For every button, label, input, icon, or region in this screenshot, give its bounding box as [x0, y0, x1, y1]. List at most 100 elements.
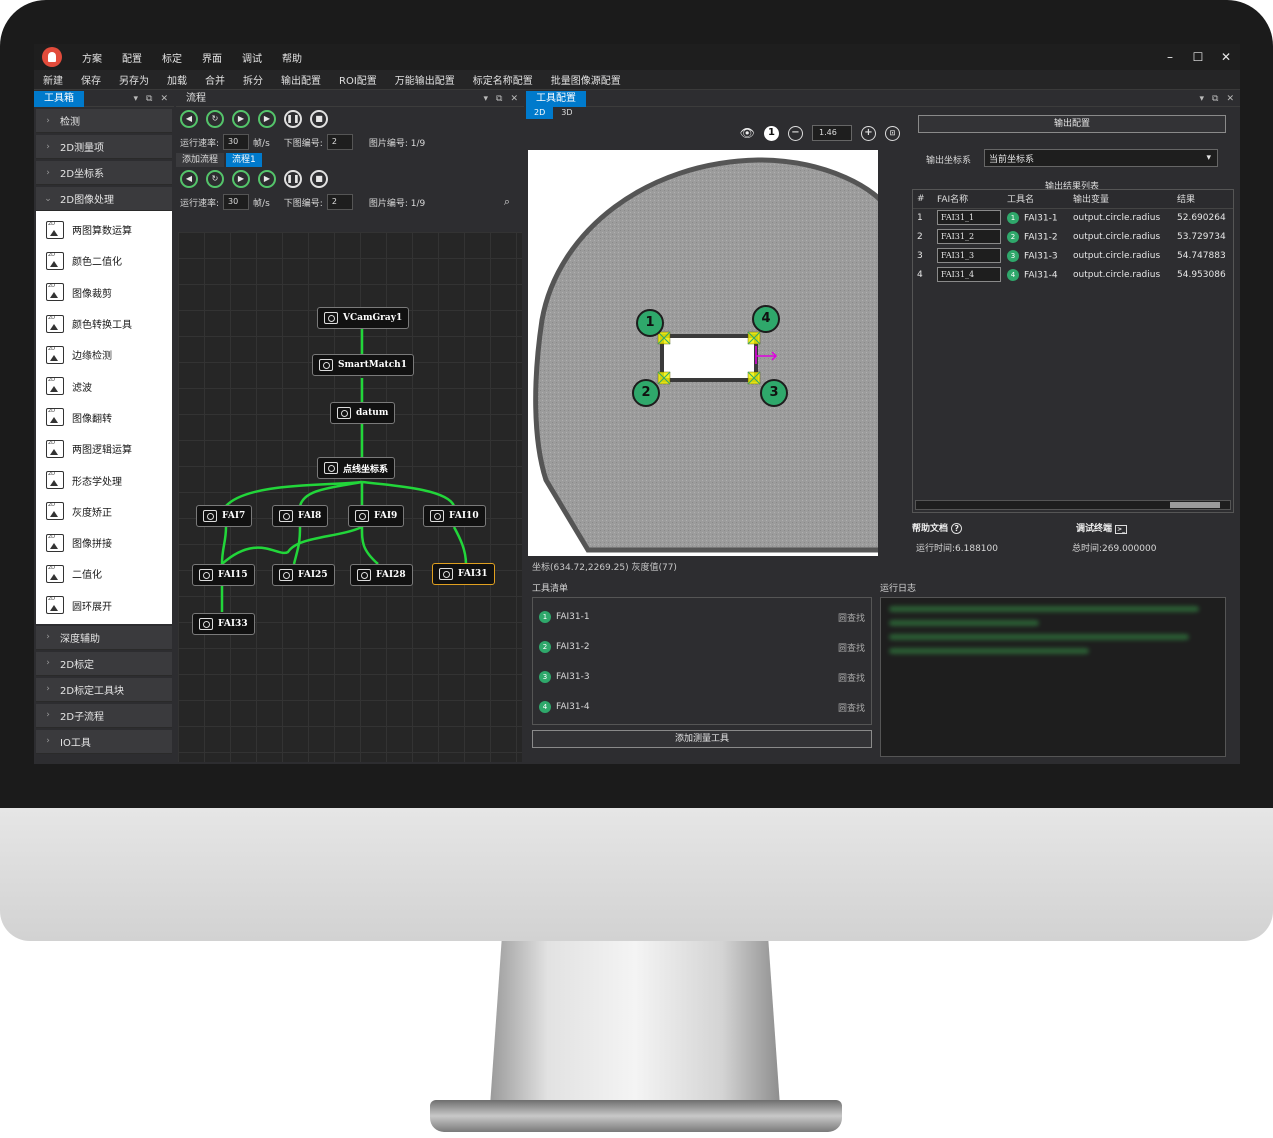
category-2d-calib-block[interactable]: › 2D标定工具块	[36, 677, 172, 702]
category-2d-coord[interactable]: › 2D坐标系	[36, 161, 172, 185]
marker-1[interactable]: 1	[636, 309, 664, 337]
marker-2[interactable]: 2	[632, 379, 660, 407]
fai-name-input[interactable]: FAI31_4	[937, 267, 1001, 282]
menu-calibration[interactable]: 标定	[152, 50, 192, 65]
zoom-in-icon[interactable]: +	[861, 125, 876, 141]
table-row[interactable]: 3 FAI31_3 3 FAI31-3 output.circle.radius …	[913, 246, 1233, 265]
flow-node-datum[interactable]: datum	[330, 402, 396, 424]
next-image-input[interactable]: 2	[326, 134, 353, 150]
toolbar-save[interactable]: 保存	[72, 72, 110, 87]
toolbar-merge[interactable]: 合并	[196, 72, 234, 87]
fai-name-input[interactable]: FAI31_1	[937, 210, 1001, 226]
zoom-search-icon[interactable]: ⌕	[504, 195, 510, 209]
play-icon[interactable]: ▶	[232, 170, 250, 188]
category-depth-assist[interactable]: › 深度辅助	[36, 625, 172, 650]
zoom-fit-icon[interactable]: ⊡	[885, 125, 900, 141]
tool-item[interactable]: 形态学处理	[36, 464, 172, 495]
tool-item[interactable]: 边缘检测	[36, 339, 172, 370]
close-icon[interactable]: ✕	[510, 94, 518, 104]
fai-name-input[interactable]: FAI31_3	[937, 248, 1001, 263]
tool-item[interactable]: 图像裁剪	[36, 277, 172, 308]
toolbar-universal-output[interactable]: 万能输出配置	[386, 72, 464, 87]
category-2d-subflow[interactable]: › 2D子流程	[36, 703, 172, 728]
minimize-button[interactable]: –	[1156, 50, 1184, 64]
toolbar-save-as[interactable]: 另存为	[110, 72, 158, 87]
toolbar-load[interactable]: 加载	[158, 72, 196, 87]
flow-node-vcam[interactable]: VCamGray1	[317, 307, 410, 329]
pause-icon[interactable]: ❚❚	[284, 110, 302, 128]
tool-item[interactable]: 两图逻辑运算	[36, 433, 172, 464]
toolbar-output-config[interactable]: 输出配置	[272, 72, 330, 87]
float-icon[interactable]: ⧉	[1212, 94, 1218, 104]
tool-item[interactable]: 滤波	[36, 370, 172, 401]
menu-help[interactable]: 帮助	[272, 50, 312, 65]
menu-config[interactable]: 配置	[112, 50, 152, 65]
flow-node-fai31[interactable]: FAI31	[432, 563, 495, 585]
zoom-out-icon[interactable]: −	[788, 125, 803, 141]
float-icon[interactable]: ⧉	[146, 94, 152, 104]
close-button[interactable]: ✕	[1212, 50, 1240, 64]
tab-flow[interactable]: 流程	[176, 91, 216, 107]
pause-icon[interactable]: ❚❚	[284, 170, 302, 188]
flow-node-fai9[interactable]: FAI9	[348, 505, 405, 527]
category-io-tools[interactable]: › IO工具	[36, 729, 172, 754]
tab-3d[interactable]: 3D	[553, 107, 580, 119]
tab-2d[interactable]: 2D	[526, 107, 554, 119]
flow-node-smartmatch[interactable]: SmartMatch1	[312, 354, 414, 376]
close-icon[interactable]: ✕	[1226, 94, 1234, 104]
loop-icon[interactable]: ↻	[206, 170, 224, 188]
category-2d-image-processing[interactable]: ⌄ 2D图像处理	[36, 187, 172, 211]
table-row[interactable]: 4 FAI31_4 4 FAI31-4 output.circle.radius …	[913, 265, 1233, 284]
flow-node-fai15[interactable]: FAI15	[192, 564, 255, 586]
image-view[interactable]: 1 4 2 3	[528, 150, 878, 556]
help-doc-link[interactable]: 帮助文档 ?	[912, 521, 963, 534]
scrollbar-thumb[interactable]	[1170, 502, 1220, 508]
toolbar-new[interactable]: 新建	[34, 72, 72, 87]
flow-node-fai7[interactable]: FAI7	[196, 505, 253, 527]
tool-item[interactable]: 二值化	[36, 558, 172, 589]
category-2d-calibration[interactable]: › 2D标定	[36, 651, 172, 676]
dropdown-icon[interactable]: ▾	[483, 94, 488, 104]
tool-item[interactable]: 两图算数运算	[36, 214, 172, 245]
tool-item[interactable]: 圆环展开	[36, 590, 172, 621]
fai-name-input[interactable]: FAI31_2	[937, 229, 1001, 244]
list-item[interactable]: 2 FAI31-2 圆查找	[533, 632, 871, 662]
step-one-icon[interactable]: 1	[764, 125, 779, 141]
menu-interface[interactable]: 界面	[192, 50, 232, 65]
run-rate-input[interactable]: 30	[223, 194, 250, 210]
marker-3[interactable]: 3	[760, 379, 788, 407]
horizontal-scrollbar[interactable]	[915, 500, 1231, 510]
tool-item[interactable]: 图像拼接	[36, 527, 172, 558]
eye-icon[interactable]: 👁	[740, 126, 755, 140]
tool-item[interactable]: 图像翻转	[36, 402, 172, 433]
flow-node-fai10[interactable]: FAI10	[423, 505, 486, 527]
output-coord-select[interactable]: 当前坐标系 ▾	[984, 149, 1218, 167]
stop-icon[interactable]: ■	[310, 110, 328, 128]
category-detect[interactable]: › 检测	[36, 109, 172, 133]
prev-icon[interactable]: ◀	[180, 110, 198, 128]
flow-node-fai25[interactable]: FAI25	[272, 564, 335, 586]
toolbar-batch-image[interactable]: 批量图像源配置	[542, 72, 630, 87]
toolbar-calib-name[interactable]: 标定名称配置	[464, 72, 542, 87]
loop-icon[interactable]: ↻	[206, 110, 224, 128]
tool-item[interactable]: 颜色转换工具	[36, 308, 172, 339]
table-row[interactable]: 2 FAI31_2 2 FAI31-2 output.circle.radius …	[913, 227, 1233, 246]
next-image-input[interactable]: 2	[326, 194, 353, 210]
tab-tool-config[interactable]: 工具配置	[526, 90, 586, 107]
tool-item[interactable]: 颜色二值化	[36, 245, 172, 276]
flow-canvas[interactable]: VCamGray1 SmartMatch1 datum 点线坐标系 FAI7 F…	[178, 232, 522, 762]
play-step-icon[interactable]: ▶	[258, 110, 276, 128]
add-measure-tool-button[interactable]: 添加测量工具	[532, 730, 872, 748]
list-item[interactable]: 1 FAI31-1 圆查找	[533, 602, 871, 632]
close-icon[interactable]: ✕	[160, 94, 168, 104]
flow-node-fai28[interactable]: FAI28	[350, 564, 413, 586]
toolbar-split[interactable]: 拆分	[234, 72, 272, 87]
float-icon[interactable]: ⧉	[496, 94, 502, 104]
tool-item[interactable]: 灰度矫正	[36, 496, 172, 527]
tab-toolbox[interactable]: 工具箱	[34, 90, 84, 107]
debug-terminal-link[interactable]: 调试终端 >_	[1076, 521, 1128, 534]
marker-4[interactable]: 4	[752, 305, 780, 333]
output-config-button[interactable]: 输出配置	[918, 115, 1226, 133]
zoom-input[interactable]: 1.46	[812, 125, 852, 141]
tab-flow1[interactable]: 流程1	[226, 153, 262, 167]
